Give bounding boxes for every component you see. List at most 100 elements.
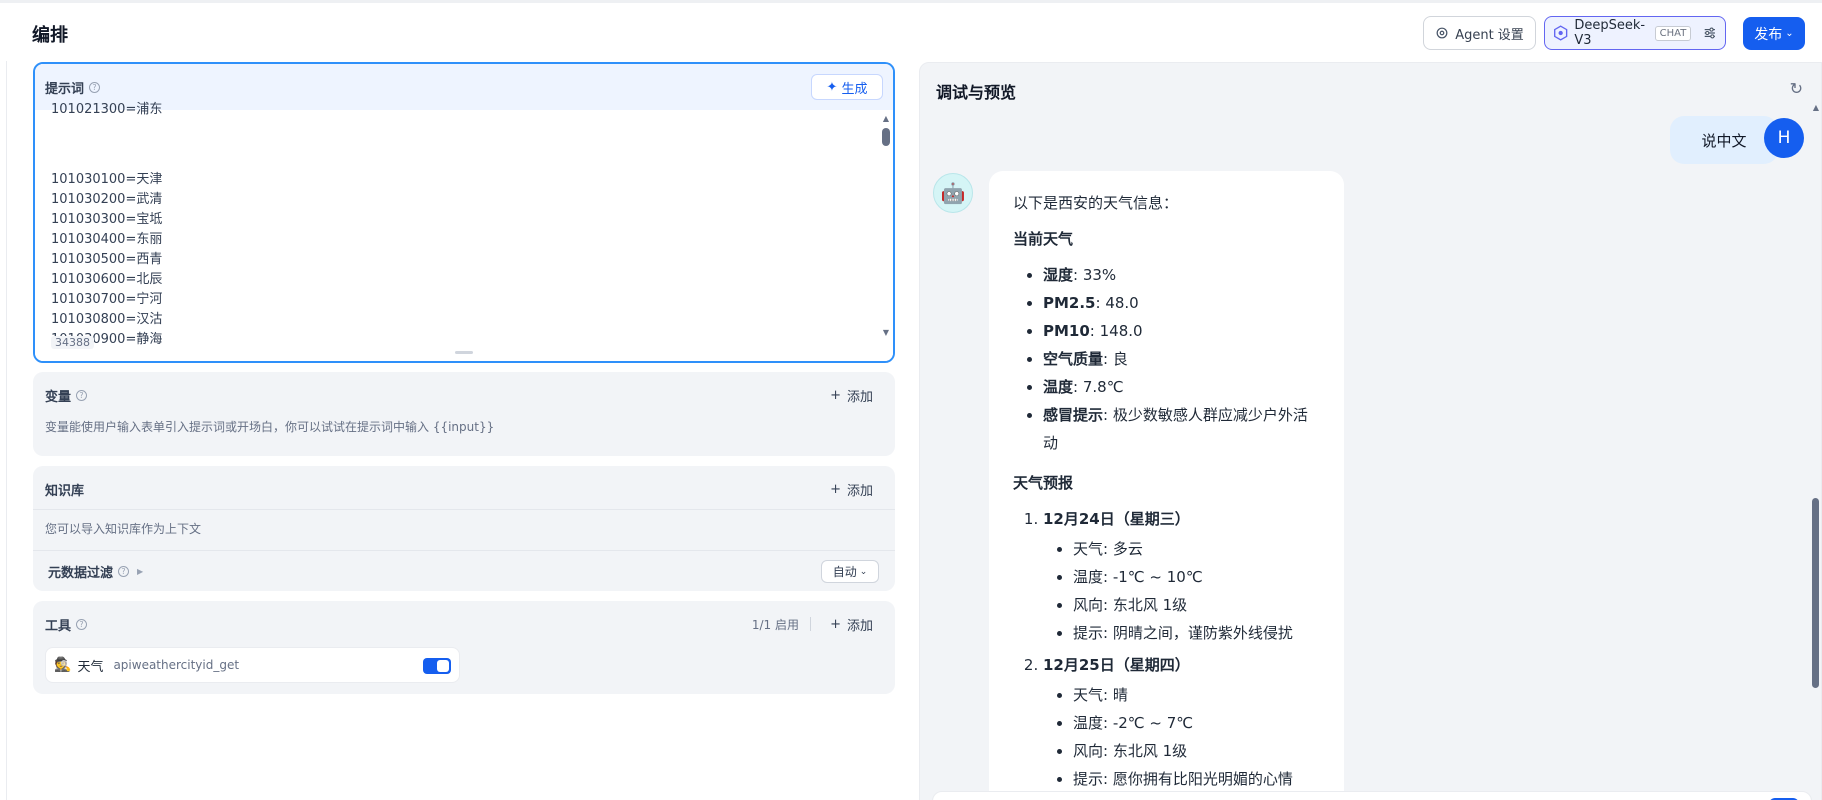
model-selector[interactable]: DeepSeek-V3 CHAT <box>1544 16 1726 50</box>
list-item: 提示: 阴晴之间，谨防紫外线侵扰 <box>1073 619 1320 647</box>
add-variable-button[interactable]: + 添加 <box>830 386 873 405</box>
divider <box>810 617 811 631</box>
metadata-mode-select[interactable]: 自动 ⌄ <box>821 560 879 583</box>
item-value: : 148.0 <box>1089 322 1143 340</box>
tool-id: apiweathercityid_get <box>113 658 240 672</box>
prompt-scrollbar[interactable]: ▲ ▼ <box>881 114 891 338</box>
user-avatar: H <box>1764 118 1804 158</box>
chat-input[interactable] <box>932 791 1812 800</box>
refresh-icon[interactable]: ↻ <box>1790 79 1803 98</box>
caret-right-icon[interactable]: ▶ <box>137 567 143 576</box>
model-name: DeepSeek-V3 <box>1574 18 1646 48</box>
scroll-down-arrow-icon[interactable]: ▼ <box>881 328 891 338</box>
help-icon[interactable]: ? <box>89 81 101 93</box>
robot-icon: 🤖 <box>940 181 966 205</box>
prompt-line: 101030800=汉沽 <box>51 312 163 327</box>
prompt-line: 101030300=宝坻 <box>51 212 163 227</box>
tool-enable-toggle[interactable] <box>423 658 451 674</box>
generate-label: 生成 <box>841 81 868 97</box>
list-item: 天气: 晴 <box>1073 681 1320 709</box>
deepseek-logo-icon <box>1554 25 1568 41</box>
scroll-thumb[interactable] <box>882 128 890 146</box>
prompt-header: 提示词 ? ✦ 生成 <box>35 64 893 110</box>
add-knowledge-button[interactable]: + 添加 <box>830 480 873 499</box>
help-icon[interactable]: ? <box>76 389 88 401</box>
current-weather-heading: 当前天气 <box>1013 230 1074 248</box>
prompt-line: 101030200=武清 <box>51 192 163 207</box>
preview-scrollbar[interactable] <box>1812 498 1819 688</box>
knowledge-description: 您可以导入知识库作为上下文 <box>45 522 202 536</box>
item-key: 空气质量 <box>1043 350 1104 368</box>
help-icon[interactable]: ? <box>118 565 130 577</box>
plus-icon: + <box>830 482 841 497</box>
current-weather-list: 湿度: 33% PM2.5: 48.0 PM10: 148.0 空气质量: 良 … <box>1013 261 1320 457</box>
tool-name: 天气 <box>77 659 104 675</box>
app-root: 编排 Agent 设置 DeepSeek-V3 CHAT 发布 ⌄ 提示词 ? … <box>0 0 1822 800</box>
left-edge-divider <box>6 61 7 800</box>
prompt-text[interactable]: 101021300=浦东 101030100=天津 101030200=武清 1… <box>51 102 163 350</box>
item-value: : 33% <box>1073 266 1117 284</box>
metadata-filter-label: 元数据过滤 <box>48 565 114 581</box>
publish-button[interactable]: 发布 ⌄ <box>1743 17 1805 50</box>
help-icon[interactable]: ? <box>76 618 88 630</box>
prompt-label: 提示词 <box>45 81 85 97</box>
resize-handle[interactable] <box>455 351 473 354</box>
list-item: 感冒提示: 极少数敏感人群应减少户外活动 <box>1043 401 1320 457</box>
prompt-line: 101030600=北辰 <box>51 272 163 287</box>
prompt-line: 101030100=天津 <box>51 172 163 187</box>
tools-enabled-count: 1/1 启用 <box>751 618 799 632</box>
item-value: : 良 <box>1103 350 1128 368</box>
list-item: 温度: 7.8℃ <box>1043 373 1320 401</box>
forecast-day: 12月25日（星期四） 天气: 晴 温度: -2℃ ~ 7℃ 风向: 东北风 1… <box>1043 651 1320 793</box>
answer-intro: 以下是西安的天气信息： <box>1013 194 1179 212</box>
item-key: 温度 <box>1043 378 1074 396</box>
forecast-details: 天气: 晴 温度: -2℃ ~ 7℃ 风向: 东北风 1级 提示: 愿你拥有比阳… <box>1043 681 1320 793</box>
tools-header: 工具 ? 1/1 启用 + 添加 <box>33 601 895 647</box>
item-key: 湿度 <box>1043 266 1074 284</box>
bot-avatar: 🤖 <box>933 173 973 213</box>
item-key: PM2.5 <box>1043 294 1096 312</box>
prompt-panel: 提示词 ? ✦ 生成 101021300=浦东 101030100=天津 101… <box>33 62 895 363</box>
model-mode-badge: CHAT <box>1654 25 1692 41</box>
item-key: PM10 <box>1043 322 1090 340</box>
list-item: PM10: 148.0 <box>1043 317 1320 345</box>
chevron-down-icon: ⌄ <box>1785 28 1794 39</box>
forecast-heading: 天气预报 <box>1013 474 1074 492</box>
forecast-date: 12月24日（星期三） <box>1043 510 1190 528</box>
agent-settings-label: Agent 设置 <box>1455 27 1524 43</box>
agent-settings-button[interactable]: Agent 设置 <box>1423 16 1536 50</box>
tools-label: 工具 <box>45 618 72 634</box>
metadata-mode-value: 自动 <box>832 565 857 579</box>
knowledge-section: 知识库 + 添加 您可以导入知识库作为上下文 元数据过滤 ? ▶ 自动 ⌄ <box>33 466 895 591</box>
char-count: 34388 <box>51 336 94 349</box>
assistant-message: 以下是西安的天气信息： 当前天气 湿度: 33% PM2.5: 48.0 PM1… <box>989 171 1344 800</box>
preview-panel: 调试与预览 ↻ ▲ 说中文 H 🤖 以下是西安的天气信息： 当前天气 湿度: 3… <box>919 62 1822 800</box>
knowledge-header: 知识库 + 添加 <box>33 466 895 512</box>
forecast-day: 12月24日（星期三） 天气: 多云 温度: -1℃ ~ 10℃ 风向: 东北风… <box>1043 505 1320 647</box>
scroll-up-arrow-icon[interactable]: ▲ <box>881 114 891 124</box>
add-tool-button[interactable]: + 添加 <box>830 615 873 634</box>
prompt-editor[interactable]: 101021300=浦东 101030100=天津 101030200=武清 1… <box>35 102 893 361</box>
publish-label: 发布 <box>1754 26 1783 43</box>
sliders-icon[interactable] <box>1703 25 1717 41</box>
tools-section: 工具 ? 1/1 启用 + 添加 🕵 天气 apiweathercityid_g… <box>33 601 895 694</box>
gear-icon <box>1436 27 1448 39</box>
knowledge-label: 知识库 <box>45 483 85 499</box>
add-label: 添加 <box>846 390 873 405</box>
prompt-line: 101030700=宁河 <box>51 292 163 307</box>
forecast-list: 12月24日（星期三） 天气: 多云 温度: -1℃ ~ 10℃ 风向: 东北风… <box>1013 505 1320 793</box>
list-item: 温度: -2℃ ~ 7℃ <box>1073 709 1320 737</box>
scroll-up-arrow-icon[interactable]: ▲ <box>1813 103 1819 112</box>
metadata-filter-row: 元数据过滤 ? ▶ 自动 ⌄ <box>33 551 895 591</box>
variables-description: 变量能使用户输入表单引入提示词或开场白，你可以试试在提示词中输入 {{input… <box>45 420 495 434</box>
prompt-line: 101030400=东丽 <box>51 232 163 247</box>
list-item: 空气质量: 良 <box>1043 345 1320 373</box>
preview-title: 调试与预览 <box>936 83 1017 102</box>
forecast-details: 天气: 多云 温度: -1℃ ~ 10℃ 风向: 东北风 1级 提示: 阴晴之间… <box>1043 535 1320 647</box>
chevron-down-icon: ⌄ <box>859 566 868 577</box>
tool-item[interactable]: 🕵 天气 apiweathercityid_get <box>45 647 460 683</box>
list-item: 湿度: 33% <box>1043 261 1320 289</box>
generate-button[interactable]: ✦ 生成 <box>811 74 883 100</box>
page-title: 编排 <box>32 25 68 46</box>
add-label: 添加 <box>846 484 873 499</box>
